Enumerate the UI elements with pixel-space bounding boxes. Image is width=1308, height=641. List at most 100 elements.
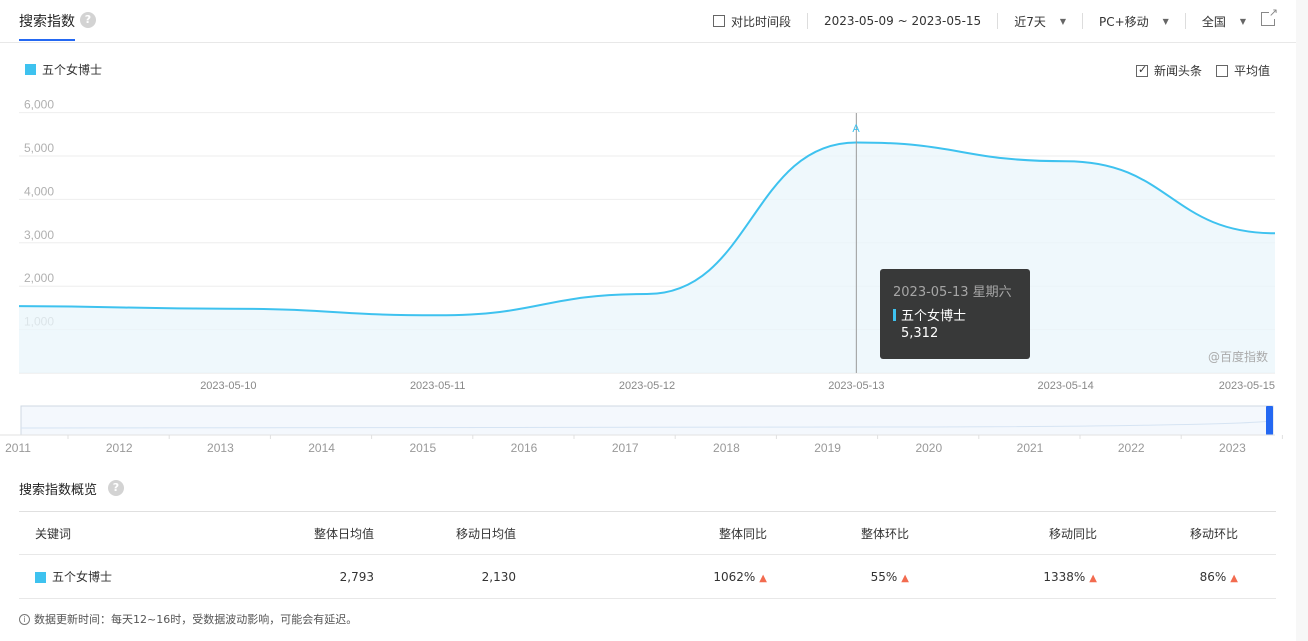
- caret-down-icon: ▼: [1239, 16, 1246, 26]
- timeline-year-label: 2014: [308, 441, 335, 455]
- row-keyword-text: 五个女博士: [52, 570, 113, 584]
- col-overall-yoy: 整体同比: [718, 527, 767, 541]
- timeline-year-label: 2016: [511, 441, 538, 455]
- header: 搜索指数 ? 对比时间段 2023-05-09 ~ 2023-05-15 近7天…: [0, 0, 1296, 43]
- col-mobile-yoy: 移动同比: [1048, 527, 1097, 541]
- timeline-year-label: 2020: [915, 441, 942, 455]
- timeline-year-label: 2021: [1017, 441, 1044, 455]
- y-tick-label: 5,000: [24, 141, 54, 155]
- legend-swatch: [25, 64, 36, 75]
- overview-title-text: 搜索指数概览: [19, 483, 98, 498]
- device-select[interactable]: PC+移动 ▼: [1083, 13, 1186, 29]
- tooltip-date: 2023-05-13 星期六: [893, 285, 1012, 300]
- news-marker: A: [852, 123, 860, 135]
- timeline-handle: [1266, 406, 1273, 435]
- timeline-year-label: 2023: [1219, 441, 1246, 455]
- col-keyword: 关键词: [35, 527, 72, 541]
- mobile-mom-cell: 86% ▲: [1200, 555, 1238, 601]
- col-overall-mom: 整体环比: [860, 527, 909, 541]
- chart-options: 新闻头条 平均值: [1122, 62, 1270, 79]
- active-tab-indicator: [19, 39, 75, 41]
- timeline-year-label: 2013: [207, 441, 234, 455]
- timeline-year-label: 2011: [5, 441, 31, 455]
- compare-checkbox[interactable]: [713, 15, 726, 27]
- series-area: [19, 142, 1275, 373]
- mobile-avg-value: 2,130: [481, 570, 516, 584]
- info-icon: i: [19, 613, 30, 625]
- col-mobile-avg: 移动日均值: [455, 527, 516, 541]
- average-label: 平均值: [1233, 64, 1270, 78]
- y-tick-label: 4,000: [24, 184, 54, 198]
- timeline-year-label: 2017: [612, 441, 639, 455]
- news-checkbox[interactable]: [1135, 63, 1148, 77]
- news-label: 新闻头条: [1153, 64, 1202, 78]
- mobile-yoy-value: 1338%: [1043, 570, 1086, 584]
- y-tick-label: 3,000: [24, 228, 54, 242]
- overall-avg-value: 2,793: [339, 570, 374, 584]
- tooltip-series-marker: [893, 308, 896, 321]
- overview-table: 关键词 整体日均值 移动日均值 整体同比 整体环比 移动同比 移动环比 五个女博…: [19, 511, 1276, 599]
- x-tick-label: 2023-05-12: [619, 380, 675, 392]
- col-overall-avg: 整体日均值: [313, 527, 374, 541]
- tooltip-keyword-row: 五个女博士: [893, 305, 1017, 324]
- footnote: i 数据更新时间：每天12~16时，受数据波动影响，可能会有延迟。: [19, 611, 357, 627]
- period-value: 近7天: [1014, 14, 1046, 29]
- region-select[interactable]: 全国 ▼: [1186, 13, 1262, 29]
- y-tick-label: 6,000: [24, 98, 54, 112]
- tooltip-value: 5,312: [901, 326, 939, 341]
- x-tick-label: 2023-05-13: [828, 380, 884, 392]
- x-tick-label: 2023-05-15: [1219, 380, 1275, 392]
- timeline-slider: [20, 405, 1274, 436]
- share-icon[interactable]: [1261, 6, 1278, 26]
- device-value: PC+移动: [1099, 14, 1149, 29]
- region-value: 全国: [1201, 14, 1226, 29]
- overall-mom-value: 55%: [870, 570, 898, 584]
- caret-down-icon: ▼: [1059, 16, 1066, 26]
- arrow-up-icon: ▲: [1230, 573, 1238, 584]
- arrow-up-icon: ▲: [1089, 573, 1097, 584]
- page-title[interactable]: 搜索指数: [19, 11, 75, 31]
- search-index-chart[interactable]: 6,0005,0004,0003,0002,0001,000A2023-05-1…: [0, 96, 1296, 461]
- caret-down-icon: ▼: [1162, 16, 1169, 26]
- overall-mom-cell: 55% ▲: [871, 555, 909, 601]
- timeline-year-label: 2022: [1118, 441, 1145, 455]
- baidu-index-watermark: @百度指数: [1207, 350, 1268, 364]
- timeline-year-label: 2012: [106, 441, 133, 455]
- help-icon[interactable]: ?: [80, 12, 96, 28]
- mobile-mom-value: 86%: [1199, 570, 1227, 584]
- period-select[interactable]: 近7天 ▼: [998, 13, 1083, 29]
- mobile-yoy-cell: 1338% ▲: [1043, 555, 1097, 601]
- row-keyword[interactable]: 五个女博士: [35, 555, 112, 599]
- average-checkbox[interactable]: [1215, 64, 1228, 77]
- chart-tooltip: 2023-05-13 星期六 五个女博士 5,312: [880, 269, 1030, 359]
- table-row: 五个女博士 2,793 2,130 1062% ▲ 55% ▲ 1338% ▲ 86%…: [19, 555, 1276, 599]
- overview-title: 搜索指数概览: [19, 479, 97, 498]
- compare-period-toggle[interactable]: 对比时间段: [697, 13, 809, 29]
- y-tick-label: 2,000: [24, 271, 54, 285]
- news-toggle[interactable]: 新闻头条: [1135, 62, 1202, 79]
- x-tick-label: 2023-05-14: [1038, 380, 1094, 392]
- timeline-year-label: 2018: [713, 441, 740, 455]
- timeline-year-label: 2015: [409, 441, 436, 455]
- date-range-picker[interactable]: 2023-05-09 ~ 2023-05-15: [808, 13, 999, 29]
- legend-label: 五个女博士: [42, 63, 103, 77]
- arrow-up-icon: ▲: [901, 573, 909, 584]
- date-range-text: 2023-05-09 ~ 2023-05-15: [824, 14, 982, 28]
- arrow-up-icon: ▲: [759, 573, 767, 584]
- x-tick-label: 2023-05-11: [410, 380, 465, 392]
- toolbar: 对比时间段 2023-05-09 ~ 2023-05-15 近7天 ▼ PC+移…: [697, 12, 1262, 30]
- col-mobile-mom: 移动环比: [1189, 527, 1238, 541]
- right-edge-panel: [1296, 0, 1308, 641]
- overall-yoy-cell: 1062% ▲: [713, 555, 767, 601]
- tooltip-keyword: 五个女博士: [901, 309, 967, 324]
- chart-legend[interactable]: 五个女博士: [25, 61, 102, 78]
- table-header: 关键词 整体日均值 移动日均值 整体同比 整体环比 移动同比 移动环比: [19, 511, 1276, 555]
- average-toggle[interactable]: 平均值: [1215, 62, 1270, 79]
- footnote-text: 数据更新时间：每天12~16时，受数据波动影响，可能会有延迟。: [34, 613, 358, 626]
- keyword-swatch: [35, 571, 46, 583]
- overall-yoy-value: 1062%: [713, 570, 756, 584]
- x-tick-label: 2023-05-10: [200, 380, 256, 392]
- compare-label: 对比时间段: [731, 14, 792, 29]
- timeline-year-label: 2019: [814, 441, 841, 455]
- help-icon[interactable]: ?: [108, 480, 124, 496]
